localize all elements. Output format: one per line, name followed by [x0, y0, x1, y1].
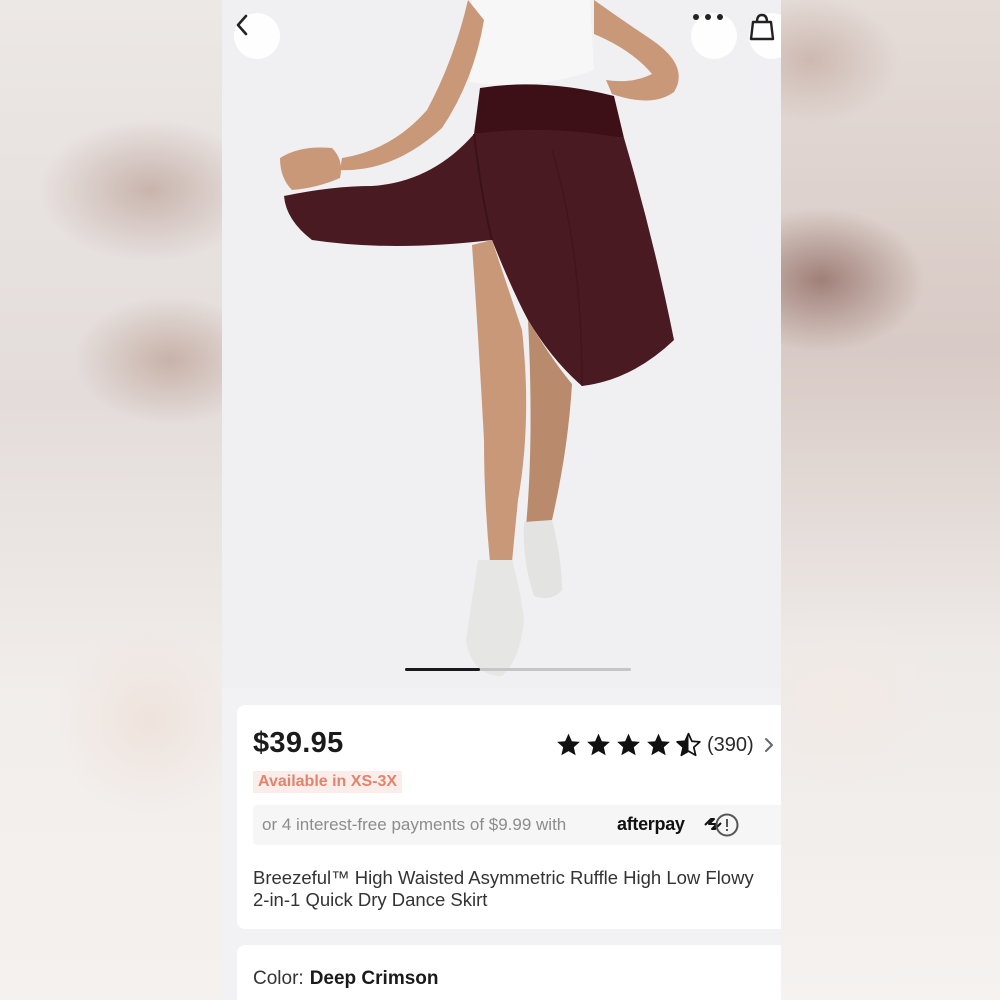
review-count: (390): [707, 733, 754, 756]
star-filled-icon: [617, 733, 640, 756]
blurred-backdrop-right: [781, 0, 1000, 1000]
shopping-bag-icon: [749, 13, 775, 41]
gallery-progress-track: [405, 668, 631, 671]
color-selector-card[interactable]: Color: Deep Crimson: [237, 945, 781, 1000]
product-page: $39.95 Available in XS-3X (390) or 4 int…: [222, 0, 781, 1000]
afterpay-logo: afterpay: [617, 814, 685, 834]
info-icon[interactable]: [715, 813, 739, 837]
star-filled-icon: [587, 733, 610, 756]
availability-badge: Available in XS-3X: [253, 771, 403, 793]
star-filled-icon: [557, 733, 580, 756]
product-title: Breezeful™ High Waisted Asymmetric Ruffl…: [253, 867, 754, 910]
more-options-button[interactable]: [691, 13, 737, 59]
more-horizontal-icon: [693, 14, 723, 20]
blurred-backdrop-left: [0, 0, 222, 1000]
rating-summary[interactable]: (390): [555, 731, 774, 759]
chevron-left-icon: [236, 14, 248, 36]
price-card: $39.95 Available in XS-3X (390) or 4 int…: [237, 705, 781, 929]
color-label: Color:: [253, 968, 304, 989]
color-value: Deep Crimson: [309, 968, 439, 989]
installments-text: or 4 interest-free payments of $9.99 wit…: [262, 815, 567, 834]
gallery-progress-fill: [405, 668, 480, 671]
product-photo: [280, 0, 679, 676]
product-price: $39.95: [253, 727, 344, 759]
star-filled-icon: [647, 733, 670, 756]
color-line: Color: Deep Crimson: [253, 968, 439, 990]
product-image-gallery[interactable]: [222, 0, 781, 688]
star-half-icon: [676, 732, 701, 757]
back-button[interactable]: [234, 13, 280, 59]
afterpay-installments[interactable]: or 4 interest-free payments of $9.99 wit…: [253, 805, 781, 845]
chevron-right-icon: [764, 738, 773, 752]
